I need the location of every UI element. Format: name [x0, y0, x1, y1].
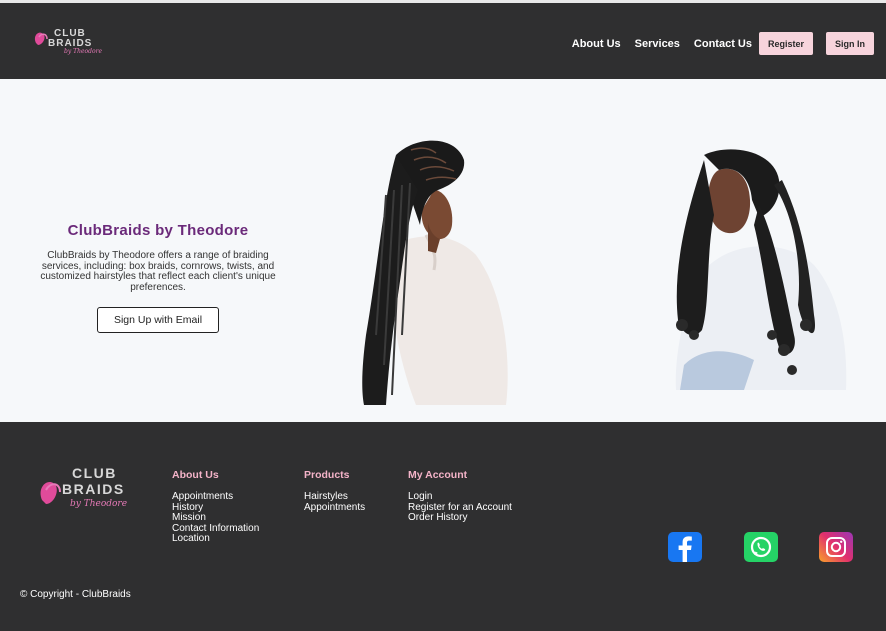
svg-text:by Theodore: by Theodore: [64, 48, 102, 55]
footer-link-mission[interactable]: Mission: [172, 512, 259, 524]
clubbraids-footer-logo[interactable]: CLUB BRAIDS by Theodore: [36, 462, 144, 518]
footer-col-title: Products: [304, 469, 350, 481]
facebook-icon[interactable]: [668, 532, 702, 562]
footer-link-hairstyles[interactable]: Hairstyles: [304, 491, 365, 503]
footer-link-order-history[interactable]: Order History: [408, 512, 512, 524]
hero-text-block: ClubBraids by Theodore ClubBraids by The…: [28, 222, 288, 293]
nav-services[interactable]: Services: [635, 38, 680, 50]
svg-text:CLUB: CLUB: [72, 465, 117, 481]
footer-link-login[interactable]: Login: [408, 491, 512, 503]
braids-model-photo-2: [664, 145, 850, 395]
sign-up-email-button[interactable]: Sign Up with Email: [97, 307, 219, 333]
sign-in-button[interactable]: Sign In: [826, 32, 874, 55]
copyright-text: © Copyright - ClubBraids: [20, 589, 131, 600]
register-button[interactable]: Register: [758, 32, 813, 55]
braids-model-photo-1: [356, 135, 516, 405]
footer-link-appointments[interactable]: Appointments: [172, 491, 259, 503]
main-nav: About Us Services Contact Us Register Si…: [558, 32, 874, 55]
footer-col-title: About Us: [172, 469, 219, 481]
whatsapp-icon[interactable]: [744, 532, 778, 562]
footer-col-title: My Account: [408, 469, 468, 481]
footer-link-product-appointments[interactable]: Appointments: [304, 502, 365, 514]
hero-section: ClubBraids by Theodore ClubBraids by The…: [0, 79, 886, 422]
svg-text:BRAIDS: BRAIDS: [62, 481, 125, 497]
site-footer: CLUB BRAIDS by Theodore About Us Appoint…: [0, 422, 886, 631]
footer-link-location[interactable]: Location: [172, 533, 259, 545]
footer-col-account: My Account Login Register for an Account…: [408, 469, 512, 524]
svg-text:by Theodore: by Theodore: [70, 499, 127, 509]
site-header: CLUB BRAIDS by Theodore About Us Service…: [0, 0, 886, 79]
footer-col-about: About Us Appointments History Mission Co…: [172, 469, 259, 545]
footer-col-products: Products Hairstyles Appointments: [304, 469, 365, 513]
hero-description: ClubBraids by Theodore offers a range of…: [40, 250, 276, 293]
nav-contact-us[interactable]: Contact Us: [694, 38, 752, 50]
hero-title: ClubBraids by Theodore: [67, 222, 249, 239]
clubbraids-logo[interactable]: CLUB BRAIDS by Theodore: [30, 23, 110, 55]
instagram-icon[interactable]: [819, 532, 853, 562]
nav-about-us[interactable]: About Us: [572, 38, 621, 50]
